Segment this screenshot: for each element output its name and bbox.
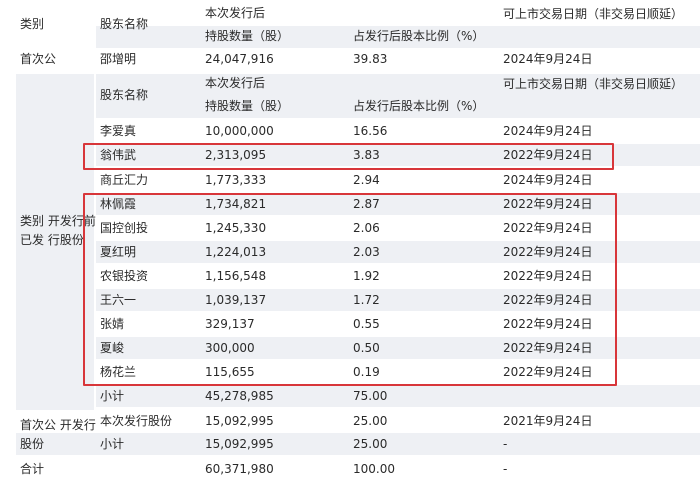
- ipo-issue-name: 本次发行股份: [100, 414, 173, 428]
- header-shares: 持股数量（股）: [205, 29, 290, 43]
- row-band: [96, 385, 700, 407]
- holder-name: 李爱真: [100, 124, 137, 138]
- inner-header-shares: 持股数量（股）: [205, 99, 290, 113]
- inner-header-ratio: 占发行后股本比例（%）: [353, 99, 485, 113]
- total-date: -: [503, 462, 508, 476]
- inner-header-tradable-date: 可上市交易日期（非交易日顺延）: [503, 77, 684, 91]
- ipo-subtotal-ratio: 25.00: [353, 437, 388, 451]
- first-row-ratio: 39.83: [353, 52, 388, 66]
- highlight-box-group: [83, 193, 617, 386]
- ipo-group-label: 首次公 开发行 股份: [20, 418, 96, 451]
- subtotal-ratio: 75.00: [353, 389, 388, 403]
- ipo-issue-shares: 15,092,995: [205, 414, 274, 428]
- holder-date: 2024年9月24日: [503, 173, 593, 187]
- inner-header-holder: 股东名称: [100, 88, 149, 102]
- inner-header-after-issue: 本次发行后: [205, 76, 266, 90]
- header-holder: 股东名称: [100, 17, 149, 31]
- subtotal-shares: 45,278,985: [205, 389, 274, 403]
- holder-shares: 10,000,000: [205, 124, 274, 138]
- holder-ratio: 16.56: [353, 124, 388, 138]
- subtotal-label: 小计: [100, 389, 125, 403]
- total-shares: 60,371,980: [205, 462, 274, 476]
- highlight-box-single: [83, 143, 614, 170]
- holder-name: 商丘汇力: [100, 173, 149, 187]
- holder-shares: 1,773,333: [205, 173, 267, 187]
- holder-ratio: 2.94: [353, 173, 380, 187]
- header-tradable-date: 可上市交易日期（非交易日顺延）: [503, 7, 684, 21]
- total-label: 合计: [20, 462, 45, 476]
- holder-date: 2024年9月24日: [503, 124, 593, 138]
- first-row-date: 2024年9月24日: [503, 52, 593, 66]
- first-row-shares: 24,047,916: [205, 52, 274, 66]
- header-category: 类别: [20, 17, 45, 31]
- ipo-subtotal-name: 小计: [100, 437, 125, 451]
- header-after-issue: 本次发行后: [205, 6, 266, 20]
- header-ratio: 占发行后股本比例（%）: [353, 29, 485, 43]
- first-row-name: 邵增明: [100, 52, 137, 66]
- ipo-issue-ratio: 25.00: [353, 414, 388, 428]
- total-ratio: 100.00: [353, 462, 395, 476]
- ipo-subtotal-date: -: [503, 437, 508, 451]
- first-row-category: 首次公: [20, 52, 57, 66]
- ipo-subtotal-shares: 15,092,995: [205, 437, 274, 451]
- ipo-issue-date: 2021年9月24日: [503, 414, 593, 428]
